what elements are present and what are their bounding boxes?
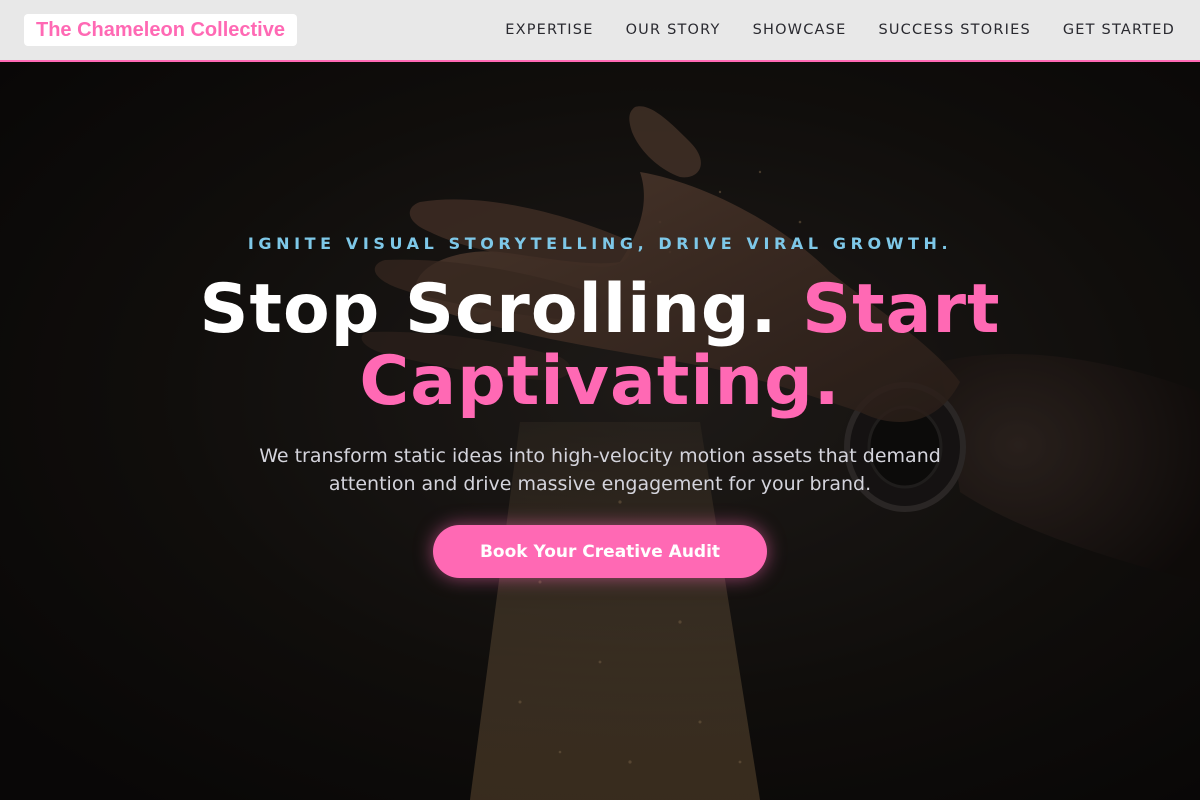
brand-name: The Chameleon Collective [36,18,285,41]
nav-item-expertise[interactable]: EXPERTISE [505,22,593,38]
nav-item-showcase[interactable]: SHOWCASE [753,22,847,38]
book-creative-audit-button[interactable]: Book Your Creative Audit [433,525,767,578]
hero-dark-overlay [0,62,1200,800]
site-header: The Chameleon Collective EXPERTISE OUR S… [0,0,1200,62]
brand-logo[interactable]: The Chameleon Collective [24,14,297,46]
hero-subtext: We transform static ideas into high-velo… [259,445,941,495]
hero-section: IGNITE VISUAL STORYTELLING, DRIVE VIRAL … [0,62,1200,800]
headline-main: Stop Scrolling. [199,270,778,349]
nav-item-our-story[interactable]: OUR STORY [626,22,721,38]
hero-eyebrow: IGNITE VISUAL STORYTELLING, DRIVE VIRAL … [247,234,953,253]
nav-item-success-stories[interactable]: SUCCESS STORIES [878,22,1030,38]
hero-headline: Stop Scrolling. Start Captivating. [150,274,1050,418]
main-nav: EXPERTISE OUR STORY SHOWCASE SUCCESS STO… [505,0,1175,60]
nav-item-get-started[interactable]: GET STARTED [1063,22,1175,38]
